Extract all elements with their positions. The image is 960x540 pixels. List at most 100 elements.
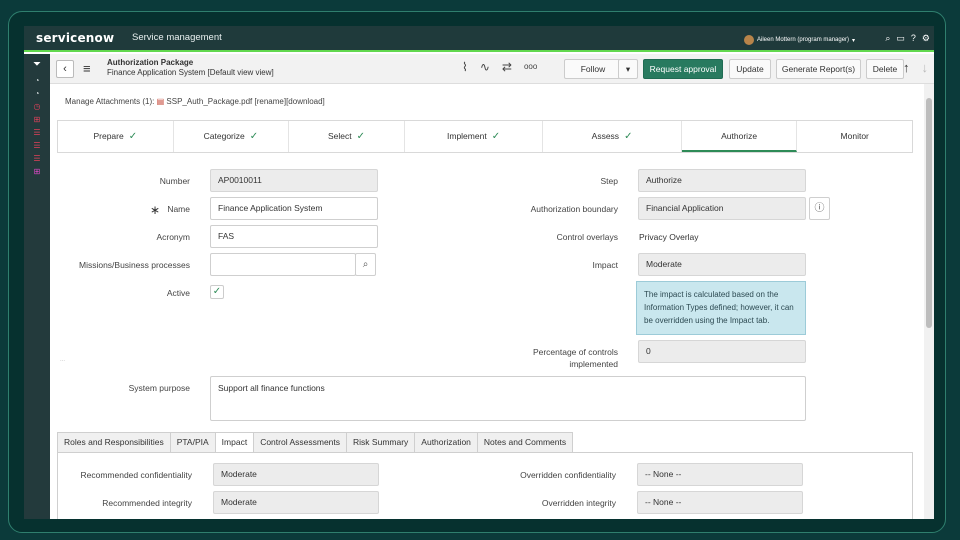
list-icon[interactable]: ☰ bbox=[24, 126, 50, 139]
step-label: Prepare bbox=[93, 131, 124, 141]
attachments-label[interactable]: Manage Attachments (1): bbox=[65, 97, 154, 106]
chat-icon[interactable]: ▭ bbox=[896, 33, 905, 44]
menu-icon[interactable]: ≡ bbox=[83, 62, 91, 75]
list-icon[interactable]: ☰ bbox=[24, 152, 50, 165]
filter-icon[interactable]: ⏷ bbox=[24, 58, 50, 74]
acronym-field[interactable]: FAS bbox=[210, 225, 378, 248]
generate-report-button[interactable]: Generate Report(s) bbox=[776, 59, 861, 79]
user-menu[interactable]: Aileen Mottern (program manager) ▾ bbox=[744, 35, 855, 45]
servicenow-logo[interactable]: servicenow bbox=[36, 31, 114, 45]
step-categorize: Categorize ✓ bbox=[174, 121, 290, 152]
name-field[interactable]: Finance Application System bbox=[210, 197, 378, 220]
search-icon[interactable]: ⌕ bbox=[885, 33, 890, 44]
impact-field[interactable]: Moderate bbox=[638, 253, 806, 276]
follow-label: Follow bbox=[580, 64, 606, 74]
chevron-down-icon: ▾ bbox=[625, 64, 631, 74]
check-icon: ✓ bbox=[128, 131, 138, 142]
authorization-boundary-label: Authorization boundary bbox=[530, 204, 618, 214]
arrow-down-icon[interactable]: ↓ bbox=[922, 60, 929, 75]
gauge-icon[interactable]: ◔ bbox=[24, 87, 50, 100]
grid-icon[interactable]: ⊞ bbox=[24, 113, 50, 126]
tab-roles-and-responsibilities[interactable]: Roles and Responsibilities bbox=[57, 432, 171, 452]
more-options-icon[interactable]: ooo bbox=[524, 60, 537, 74]
section-tabs: Roles and Responsibilities PTA/PIA Impac… bbox=[57, 432, 574, 452]
delete-button[interactable]: Delete bbox=[866, 59, 904, 79]
recommended-confidentiality-label: Recommended confidentiality bbox=[80, 470, 192, 480]
number-field[interactable]: AP0010011 bbox=[210, 169, 378, 192]
form-header: ‹ ≡ Authorization Package Finance Applic… bbox=[50, 54, 934, 84]
help-icon[interactable]: ? bbox=[911, 33, 916, 44]
attachment-file-link[interactable]: SSP_Auth_Package.pdf bbox=[166, 97, 252, 106]
vertical-scrollbar[interactable] bbox=[924, 84, 934, 519]
recommended-integrity-field[interactable]: Moderate bbox=[213, 491, 379, 514]
back-button[interactable]: ‹ bbox=[56, 60, 74, 78]
scrollbar-thumb[interactable] bbox=[926, 98, 932, 328]
side-navigation: ⏷ ◔ ◔ ◷ ⊞ ☰ ☰ ☰ ⊞ bbox=[24, 54, 50, 519]
follow-dropdown-button[interactable]: ▾ bbox=[618, 59, 638, 79]
avatar bbox=[744, 35, 754, 45]
activity-icon[interactable]: ∿ bbox=[480, 60, 490, 74]
top-navigation-bar: servicenow Service management Aileen Mot… bbox=[24, 26, 934, 52]
required-indicator: ∗ bbox=[150, 203, 161, 217]
tab-pta-pia[interactable]: PTA/PIA bbox=[169, 432, 216, 452]
app-window: servicenow Service management Aileen Mot… bbox=[24, 26, 934, 519]
personalize-icon[interactable]: ⇄ bbox=[502, 60, 512, 74]
grid-icon[interactable]: ⊞ bbox=[24, 165, 50, 178]
authorization-boundary-info-button[interactable]: ⓘ bbox=[809, 197, 830, 220]
percentage-controls-field[interactable]: 0 bbox=[638, 340, 806, 363]
step-assess: Assess ✓ bbox=[543, 121, 682, 152]
chevron-down-icon: ▾ bbox=[852, 37, 856, 44]
tab-control-assessments[interactable]: Control Assessments bbox=[253, 432, 348, 452]
step-label: Monitor bbox=[840, 131, 869, 141]
process-flow: Prepare ✓ Categorize ✓ Select ✓ Implement ✓ … bbox=[57, 120, 913, 153]
overridden-integrity-label: Overridden integrity bbox=[541, 498, 616, 508]
overridden-integrity-select[interactable]: -- None -- bbox=[637, 491, 803, 514]
missions-lookup-button[interactable]: ⌕ bbox=[355, 253, 376, 276]
authorization-boundary-field[interactable]: Financial Application bbox=[638, 197, 806, 220]
impact-info-message: The impact is calculated based on the In… bbox=[636, 281, 806, 335]
step-implement: Implement ✓ bbox=[405, 121, 544, 152]
recommended-confidentiality-field[interactable]: Moderate bbox=[213, 463, 379, 486]
tab-impact[interactable]: Impact bbox=[214, 432, 255, 452]
form-title: Authorization Package bbox=[107, 58, 194, 67]
app-name: Service management bbox=[132, 32, 222, 43]
attachment-icon[interactable]: ⌇ bbox=[462, 60, 468, 74]
gauge-icon[interactable]: ◔ bbox=[24, 74, 50, 87]
request-approval-button[interactable]: Request approval bbox=[643, 59, 723, 79]
ellipsis-text: ... bbox=[60, 357, 66, 363]
update-button[interactable]: Update bbox=[729, 59, 771, 79]
step-monitor: Monitor bbox=[797, 121, 912, 152]
update-label: Update bbox=[736, 64, 764, 74]
step-label: Implement bbox=[447, 131, 487, 141]
name-label: Name bbox=[167, 204, 190, 214]
tab-authorization[interactable]: Authorization bbox=[414, 432, 478, 452]
number-label: Number bbox=[159, 176, 190, 186]
list-icon[interactable]: ☰ bbox=[24, 139, 50, 152]
clock-icon[interactable]: ◷ bbox=[24, 100, 50, 113]
overridden-confidentiality-label: Overridden confidentiality bbox=[520, 470, 616, 480]
step-label: Categorize bbox=[203, 131, 245, 141]
check-icon: ✓ bbox=[491, 131, 501, 142]
step-prepare: Prepare ✓ bbox=[58, 121, 174, 152]
overridden-confidentiality-select[interactable]: -- None -- bbox=[637, 463, 803, 486]
info-icon: ⓘ bbox=[814, 203, 825, 214]
search-icon: ⌕ bbox=[362, 259, 369, 270]
step-label: Assess bbox=[591, 131, 620, 141]
step-field-label: Step bbox=[600, 176, 619, 186]
download-link[interactable]: [download] bbox=[286, 97, 325, 106]
tab-risk-summary[interactable]: Risk Summary bbox=[346, 432, 416, 452]
generate-report-label: Generate Report(s) bbox=[781, 64, 856, 74]
tab-notes-and-comments[interactable]: Notes and Comments bbox=[476, 432, 574, 452]
rename-link[interactable]: [rename] bbox=[255, 97, 287, 106]
active-checkbox[interactable]: ✓ bbox=[210, 285, 224, 299]
step-label: Select bbox=[327, 131, 352, 141]
settings-icon[interactable]: ⚙ bbox=[922, 33, 930, 44]
missions-field[interactable] bbox=[210, 253, 356, 276]
system-purpose-textarea[interactable]: Support all finance functions bbox=[210, 376, 806, 421]
request-approval-label: Request approval bbox=[649, 64, 717, 74]
step-label: Authorize bbox=[721, 131, 758, 141]
arrow-up-icon[interactable]: ↑ bbox=[903, 60, 910, 75]
step-field[interactable]: Authorize bbox=[638, 169, 806, 192]
missions-label: Missions/Business processes bbox=[78, 260, 190, 270]
follow-button[interactable]: Follow bbox=[564, 59, 622, 79]
